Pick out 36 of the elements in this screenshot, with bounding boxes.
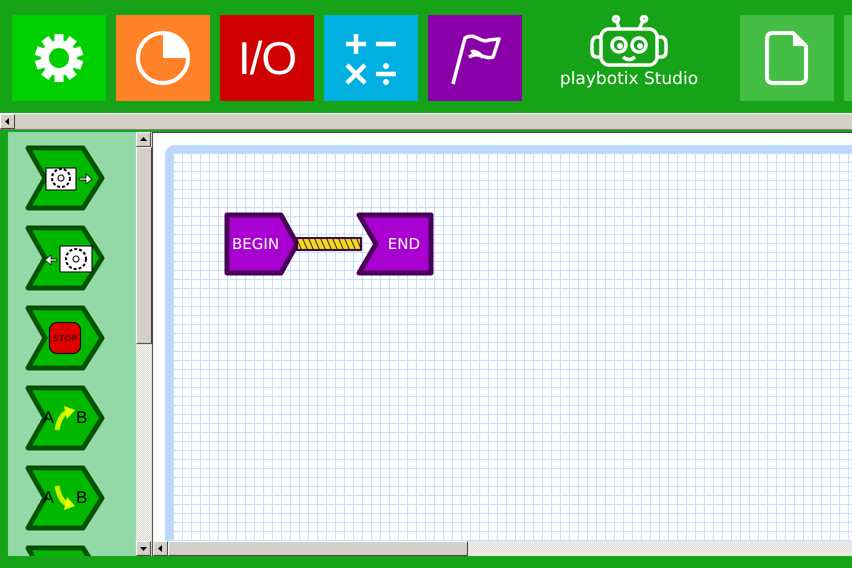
block-label: BEGIN (231, 235, 280, 253)
grid-canvas[interactable]: BEGIN END (165, 145, 852, 541)
robot-logo-icon (589, 15, 669, 67)
block-label: B (76, 408, 88, 428)
scroll-up-button[interactable] (136, 132, 151, 147)
scrollbar-thumb[interactable] (136, 147, 152, 344)
logo-text: playbotix Studio (560, 69, 698, 89)
scroll-left-button[interactable] (153, 541, 168, 556)
canvas-horizontal-scrollbar[interactable] (153, 541, 852, 556)
block-label: A (42, 488, 54, 508)
settings-icon (34, 33, 84, 83)
pie-chart-icon (135, 30, 191, 86)
vertical-scrollbar[interactable] (136, 132, 152, 556)
end-block[interactable] (356, 212, 434, 276)
toolbar-tile[interactable]: I/O (220, 15, 314, 101)
curved-arrow-icon (54, 404, 76, 432)
toolbar-tile[interactable] (324, 15, 418, 101)
block-label: END (388, 235, 421, 253)
connector-link (296, 237, 362, 251)
stop-sign: STOP (49, 322, 81, 354)
scroll-left-button[interactable] (0, 114, 15, 129)
toolbar-tile[interactable] (428, 15, 522, 101)
triangle-arrow-icon (4, 118, 11, 125)
block-label: A (42, 408, 54, 428)
io-label: I/O (238, 31, 296, 85)
triangle-arrow-icon (140, 545, 147, 552)
triangle-arrow-icon (157, 545, 164, 552)
file-icon (765, 30, 809, 86)
triangle-arrow-icon (140, 136, 147, 143)
scrollbar-thumb[interactable] (168, 541, 468, 556)
toolbar-tile[interactable] (12, 15, 106, 101)
block-label: B (76, 488, 88, 508)
toolbar-tile[interactable] (116, 15, 210, 101)
horizontal-scrollbar[interactable] (0, 113, 852, 130)
curved-arrow-icon (54, 484, 76, 512)
scroll-down-button[interactable] (136, 541, 151, 556)
